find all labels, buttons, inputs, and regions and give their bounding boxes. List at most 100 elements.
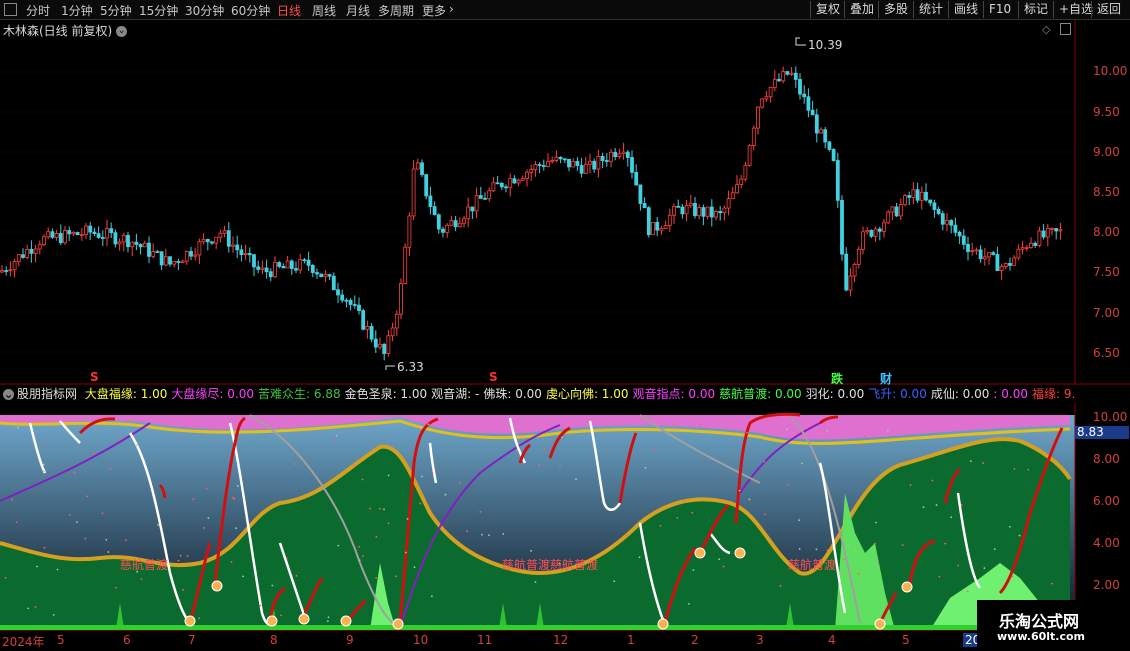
candle-body — [756, 106, 760, 129]
scatter-dot — [84, 537, 87, 540]
candle-body — [327, 274, 332, 277]
candle-body — [714, 211, 718, 218]
tab-1min[interactable]: 1分钟 — [61, 2, 93, 19]
candle-body — [1037, 230, 1042, 246]
scatter-dot — [543, 448, 546, 451]
scatter-dot — [559, 465, 561, 468]
legend-item: 慈航普渡: 0.00 — [719, 387, 802, 401]
candle-body — [403, 246, 408, 284]
scatter-dot — [575, 478, 577, 481]
scatter-dot — [960, 504, 963, 506]
candle-body — [323, 274, 328, 278]
candle-body — [562, 158, 567, 161]
scatter-dot — [27, 607, 30, 610]
tab-30min[interactable]: 30分钟 — [185, 2, 224, 19]
candle-body — [957, 231, 962, 237]
hand-icon — [694, 547, 706, 559]
chevron-down-icon[interactable]: ⌄ — [3, 388, 14, 400]
candle-body — [882, 222, 886, 232]
current-value-badge: 8.83 — [1075, 426, 1129, 439]
legend-item: 佛珠: 0.00 — [483, 387, 542, 401]
candle-body — [667, 214, 672, 226]
scatter-dot — [124, 539, 127, 541]
indicator-label: 慈航普渡慈航普渡 — [502, 558, 599, 572]
tab-60min[interactable]: 60分钟 — [231, 2, 270, 19]
signal-marker: S — [90, 370, 99, 384]
tab-more[interactable]: 更多 — [422, 2, 446, 19]
tab-weekly[interactable]: 周线 — [312, 2, 336, 19]
f10-button[interactable]: F10 — [983, 1, 1016, 18]
date-label: 10 — [413, 633, 429, 647]
fuquan-button[interactable]: 复权 — [810, 1, 845, 18]
candle-body — [365, 325, 370, 330]
scatter-dot — [1011, 575, 1014, 578]
scatter-dot — [421, 475, 423, 478]
scatter-dot — [922, 506, 925, 509]
candle-body — [638, 184, 643, 204]
scatter-dot — [157, 524, 159, 526]
candle-body — [739, 178, 744, 186]
scatter-dot — [687, 602, 690, 605]
tab-multi-period[interactable]: 多周期 — [378, 2, 414, 19]
price-tick: 8.50 — [1093, 185, 1120, 199]
candle-body — [138, 244, 143, 248]
hand-icon — [340, 615, 352, 627]
multi-stock-button[interactable]: 多股 — [878, 1, 913, 18]
draw-button[interactable]: 画线 — [948, 1, 983, 18]
tab-15min[interactable]: 15分钟 — [139, 2, 178, 19]
scatter-dot — [481, 533, 483, 536]
candlestick-chart[interactable] — [0, 20, 1130, 385]
scatter-dot — [68, 514, 71, 516]
scatter-dot — [982, 462, 985, 464]
candle-body — [722, 207, 727, 214]
candle-body — [319, 273, 324, 278]
hand-icon — [266, 615, 278, 627]
candle-body — [394, 313, 399, 329]
scatter-dot — [395, 575, 397, 578]
candle-body — [407, 215, 412, 248]
scatter-dot — [459, 482, 462, 484]
scatter-dot — [561, 436, 564, 439]
candle-body — [441, 228, 445, 233]
scatter-dot — [983, 567, 986, 570]
scatter-dot — [375, 577, 378, 579]
candle-body — [856, 248, 861, 265]
back-button[interactable]: 返回 — [1091, 1, 1126, 18]
menu-icon[interactable] — [4, 3, 17, 16]
scatter-dot — [109, 467, 112, 470]
date-label: 4 — [828, 633, 836, 647]
candle-body — [25, 248, 30, 258]
scatter-dot — [326, 620, 329, 623]
indicator-tick: 10.00 — [1093, 410, 1128, 424]
candle-body — [420, 162, 424, 175]
candle-body — [285, 260, 290, 269]
tab-monthly[interactable]: 月线 — [346, 2, 370, 19]
date-label: 6 — [123, 633, 131, 647]
candle-body — [772, 78, 777, 88]
mark-button[interactable]: 标记 — [1018, 1, 1053, 18]
scatter-dot — [175, 436, 178, 439]
overlay-button[interactable]: 叠加 — [844, 1, 879, 18]
scatter-dot — [101, 512, 104, 515]
chevron-right-icon[interactable]: › — [449, 2, 454, 16]
indicator-chart[interactable] — [0, 403, 1130, 630]
tab-fenshi[interactable]: 分时 — [26, 2, 50, 19]
tab-daily[interactable]: 日线 — [277, 2, 301, 19]
scatter-dot — [957, 564, 960, 567]
candle-body — [890, 206, 895, 213]
candle-body — [844, 253, 849, 291]
candle-body — [201, 238, 206, 243]
candle-body — [600, 155, 605, 161]
watermark-url: www.60lt.com — [997, 630, 1086, 643]
scatter-dot — [746, 431, 748, 434]
candle-body — [516, 179, 521, 184]
scatter-dot — [860, 444, 863, 447]
scatter-dot — [718, 558, 721, 561]
stats-button[interactable]: 统计 — [913, 1, 948, 18]
candle-body — [382, 343, 387, 354]
candle-body — [159, 251, 164, 266]
tab-5min[interactable]: 5分钟 — [100, 2, 132, 19]
scatter-dot — [966, 590, 969, 593]
candle-body — [289, 260, 294, 269]
indicator-name[interactable]: 股朋指标网 — [17, 387, 77, 401]
